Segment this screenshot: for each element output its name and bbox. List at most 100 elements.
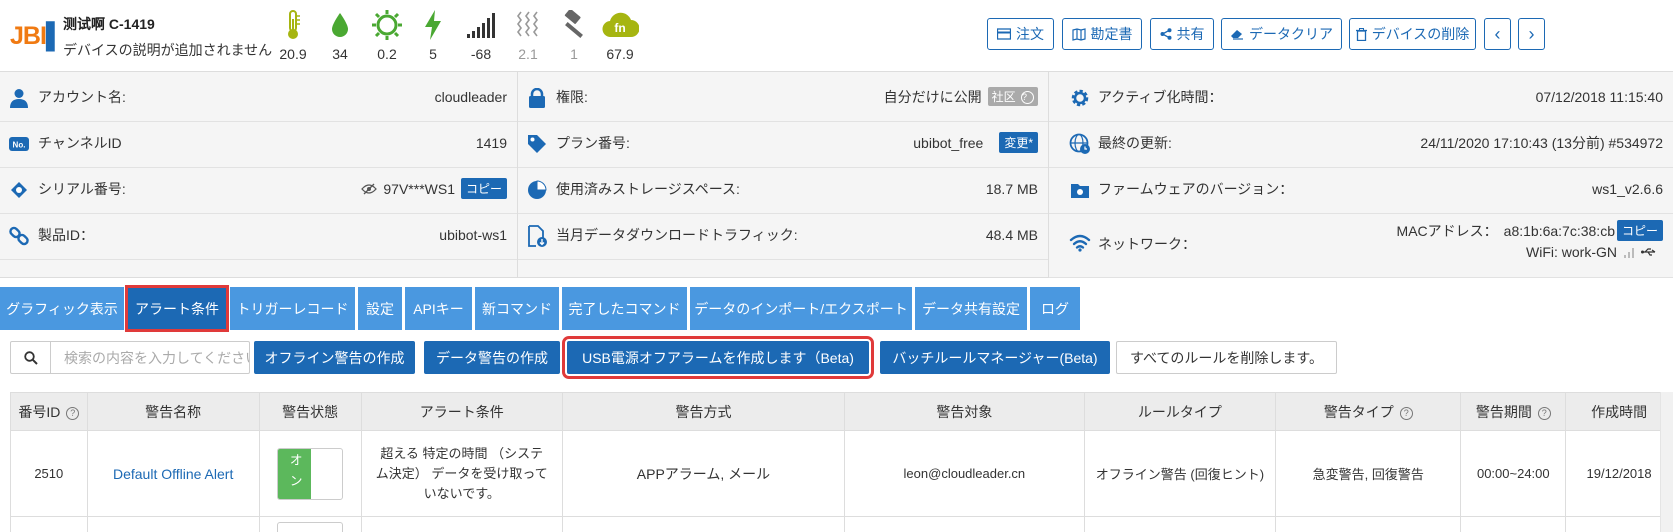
rule-name-link[interactable]: Default Offline Alert (113, 466, 233, 482)
sensor-voltage[interactable]: 5 (411, 8, 455, 62)
copy-mac-button[interactable]: コピー (1616, 220, 1663, 241)
col-period[interactable]: 警告期間 ? (1460, 392, 1567, 431)
mac-label: MACアドレス： (1396, 222, 1498, 239)
tab-data-sharing[interactable]: データ共有設定 (915, 287, 1027, 330)
download-file-icon (526, 225, 548, 247)
pie-chart-icon (526, 179, 548, 201)
credit-card-icon (997, 28, 1011, 40)
info-plan: プラン番号: ubibot_free 変更* (518, 118, 1048, 168)
fn-cloud-icon: fn (598, 8, 642, 42)
sensor-light[interactable]: 0.2 (365, 8, 409, 62)
community-badge[interactable]: 社区 ? (987, 87, 1038, 106)
tab-completed-commands[interactable]: 完了したコマンド (562, 287, 687, 330)
col-id[interactable]: 番号ID ? (10, 392, 88, 431)
rule-created: 19/12/2018 (1565, 430, 1673, 517)
serial-value: 97V***WS1 (383, 180, 455, 197)
tab-logs[interactable]: ログ (1030, 287, 1080, 330)
alert-rules-table: 番号ID ? 警告名称 警告状態 アラート条件 警告方式 警告対象 ルールタイプ… (10, 392, 1673, 532)
copy-serial-button[interactable]: コピー (460, 178, 507, 199)
sensor-value: 67.9 (606, 46, 634, 62)
next-device-button[interactable]: › (1518, 18, 1545, 50)
tab-bar: グラフィック表示 アラート条件 トリガーレコード 設定 APIキー 新コマンド … (0, 285, 1080, 332)
sensor-value: 20.9 (279, 46, 307, 62)
table-row (10, 516, 1673, 532)
search-icon (23, 350, 38, 365)
search-button[interactable] (11, 342, 51, 373)
search-input[interactable] (52, 342, 249, 373)
invoice-button[interactable]: 勘定書 (1062, 18, 1142, 50)
trash-icon (1355, 27, 1367, 41)
usb-icon (1641, 248, 1656, 256)
sensor-humidity[interactable]: 34 (318, 8, 362, 62)
sensor-value: 5 (429, 46, 437, 62)
sensor-value: -68 (470, 46, 492, 62)
table-header-row: 番号ID ? 警告名称 警告状態 アラート条件 警告方式 警告対象 ルールタイプ… (10, 392, 1673, 431)
info-account: アカウント名: cloudleader (0, 72, 517, 122)
vertical-scrollbar[interactable] (1660, 392, 1673, 532)
info-permission: 権限: 自分だけに公開 社区 ? (518, 72, 1048, 122)
delete-device-button[interactable]: デバイスの削除 (1349, 18, 1476, 50)
help-icon: ? (1537, 406, 1551, 420)
delete-all-rules-button[interactable]: すべてのルールを削除します。 (1116, 341, 1337, 374)
tab-settings[interactable]: 設定 (358, 287, 402, 330)
create-usb-power-off-alarm-button[interactable]: USB電源オフアラームを作成します（Beta) (562, 336, 874, 379)
col-created[interactable]: 作成時間 (1565, 392, 1673, 431)
sensor-signal[interactable]: -68 (459, 8, 503, 62)
info-storage: 使用済みストレージスペース: 18.7 MB (518, 164, 1048, 214)
rule-status-toggle[interactable] (277, 521, 344, 532)
channel-no-icon: No. (8, 133, 30, 155)
tab-alert-conditions[interactable]: アラート条件 (125, 285, 229, 332)
info-last-update: 最終の更新: 24/11/2020 17:10:43 (13分前) #53497… (1049, 118, 1673, 168)
col-method[interactable]: 警告方式 (561, 392, 846, 431)
rule-period: 00:00~24:00 (1460, 430, 1567, 517)
chevron-left-icon: ‹ (1494, 23, 1501, 44)
tab-graph[interactable]: グラフィック表示 (0, 287, 124, 330)
info-activation: アクティブ化時間： 07/12/2018 11:15:40 (1049, 72, 1673, 122)
col-rule-type[interactable]: ルールタイプ (1083, 392, 1277, 431)
share-icon (1160, 28, 1171, 40)
help-icon: ? (66, 406, 80, 420)
col-name[interactable]: 警告名称 (86, 392, 260, 431)
chevron-right-icon: › (1528, 23, 1535, 44)
light-sun-icon (365, 8, 409, 42)
col-condition[interactable]: アラート条件 (360, 392, 563, 431)
user-icon (8, 87, 30, 109)
order-button[interactable]: 注文 (987, 18, 1054, 50)
device-header: JBI▌ 测试啊 C-1419 デバイスの説明が追加されません 20.9 34 … (0, 0, 1673, 72)
sensor-knock[interactable]: 1 (552, 8, 596, 62)
wifi-name: WiFi: work-GN (1526, 244, 1617, 260)
rule-status-toggle[interactable]: オン (277, 447, 344, 500)
create-offline-alert-button[interactable]: オフライン警告の作成 (254, 341, 415, 374)
tab-trigger-records[interactable]: トリガーレコード (230, 287, 355, 330)
info-traffic: 当月データダウンロードトラフィック: 48.4 MB (518, 210, 1048, 260)
batch-rule-manager-button[interactable]: バッチルールマネージャー(Beta) (880, 341, 1110, 374)
tab-new-command[interactable]: 新コマンド (475, 287, 559, 330)
table-row: 2510 Default Offline Alert オン 超える 特定の時間 … (10, 430, 1673, 517)
clear-data-button[interactable]: データクリア (1221, 18, 1342, 50)
signal-bars-icon (459, 8, 503, 42)
sensor-temperature[interactable]: 20.9 (271, 8, 315, 62)
prev-device-button[interactable]: ‹ (1484, 18, 1511, 50)
sensor-fn[interactable]: fn 67.9 (598, 8, 642, 62)
create-data-alert-button[interactable]: データ警告の作成 (424, 341, 560, 374)
rule-alert-type: 急変警告, 回復警告 (1275, 430, 1462, 517)
device-title: 测试啊 C-1419 (63, 16, 155, 32)
globe-clock-icon (1069, 133, 1091, 155)
eraser-icon (1231, 30, 1243, 40)
svg-text:fn: fn (614, 21, 625, 35)
eye-slash-icon[interactable] (361, 183, 378, 195)
change-plan-button[interactable]: 変更* (999, 132, 1038, 153)
col-alert-type[interactable]: 警告タイプ ? (1275, 392, 1462, 431)
sensor-value: 0.2 (377, 46, 397, 62)
info-channel: No. チャンネルID 1419 (0, 118, 517, 168)
sensor-vibration[interactable]: 2.1 (506, 8, 550, 62)
wifi-icon (1069, 232, 1091, 254)
tab-data-import-export[interactable]: データのインポート/エクスポート (690, 287, 912, 330)
tag-icon (526, 133, 548, 155)
svg-text:No.: No. (13, 141, 26, 150)
col-target[interactable]: 警告対象 (844, 392, 1085, 431)
col-status[interactable]: 警告状態 (258, 392, 362, 431)
brand-logo: JBI▌ (10, 22, 64, 50)
tab-api-keys[interactable]: APIキー (405, 287, 472, 330)
share-button[interactable]: 共有 (1150, 18, 1214, 50)
